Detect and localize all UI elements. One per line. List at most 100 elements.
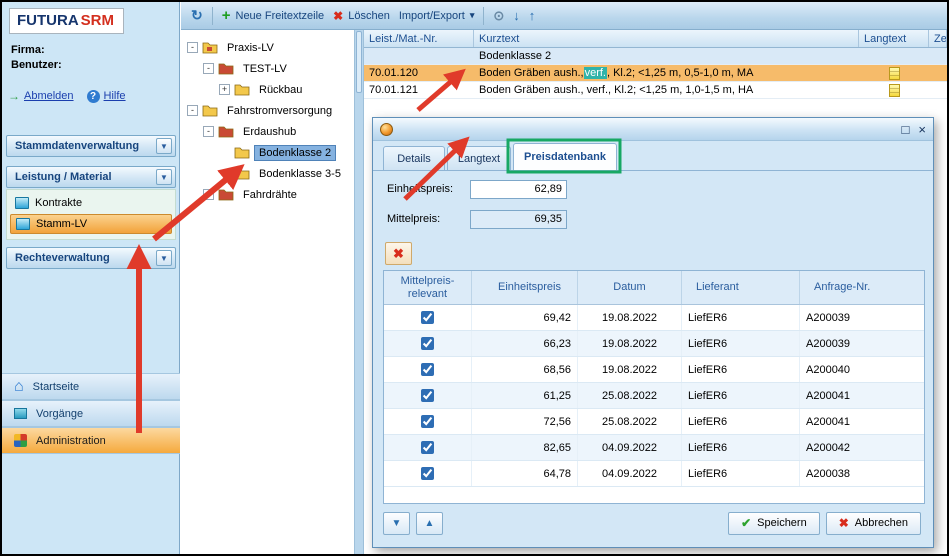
button-label: Neue Freitextzeile: [236, 10, 325, 22]
mittelpreis-relevant-checkbox[interactable]: [421, 389, 434, 402]
table-row[interactable]: Bodenklasse 2: [364, 48, 947, 65]
chevron-down-icon[interactable]: ▼: [156, 138, 172, 154]
tree-item-erdaushub[interactable]: - Erdaushub: [181, 121, 354, 142]
tree-item-label[interactable]: Bodenklasse 2: [254, 145, 336, 161]
mittelpreis-relevant-checkbox[interactable]: [421, 337, 434, 350]
chevron-down-icon[interactable]: ▼: [156, 250, 172, 266]
stamm-lv-icon: [16, 218, 30, 230]
collapse-icon[interactable]: -: [187, 105, 198, 116]
mittelpreis-label: Mittelpreis:: [387, 213, 470, 225]
tree-scrollbar[interactable]: [354, 30, 364, 554]
tree-item-label[interactable]: TEST-LV: [238, 61, 292, 77]
logout-icon: →: [8, 89, 20, 103]
collapse-icon[interactable]: -: [203, 126, 214, 137]
kurztext-text: Boden Gräben aush., verf., Kl.2; <1,25 m…: [479, 84, 753, 96]
accordion-label: Rechteverwaltung: [15, 252, 110, 264]
loeschen-button[interactable]: ✖ Löschen: [333, 9, 390, 23]
mittelpreis-field: Mittelpreis:: [387, 209, 607, 229]
tab-details[interactable]: Details: [383, 146, 445, 170]
anfrage-nr-cell: A200042: [800, 435, 924, 460]
column-header-langtext: Langtext: [859, 30, 929, 47]
tree-item-label[interactable]: Erdaushub: [238, 124, 301, 140]
mittelpreis-relevant-checkbox[interactable]: [421, 467, 434, 480]
tree-item-label[interactable]: Rückbau: [254, 82, 307, 98]
langtext-doc-icon[interactable]: [889, 67, 900, 80]
abbrechen-button[interactable]: ✖ Abbrechen: [826, 512, 921, 535]
download-icon[interactable]: ↓: [513, 8, 520, 23]
tab-preisdatenbank[interactable]: Preisdatenbank: [513, 143, 617, 170]
tree-item-r-ckbau[interactable]: + Rückbau: [181, 79, 354, 100]
sidebar-item-kontrakte[interactable]: Kontrakte: [10, 193, 172, 212]
folder-icon: [234, 83, 250, 96]
move-down-button[interactable]: ▼: [383, 512, 410, 535]
tree-item-label[interactable]: Fahrstromversorgung: [222, 103, 337, 119]
upload-icon[interactable]: ↑: [529, 8, 536, 23]
mittelpreis-relevant-cell: [384, 331, 472, 356]
abmelden-label[interactable]: Abmelden: [24, 90, 74, 102]
tree-item-label[interactable]: Fahrdrähte: [238, 187, 302, 203]
mittelpreis-relevant-checkbox[interactable]: [421, 311, 434, 324]
tree-item-label[interactable]: Bodenklasse 3-5: [254, 166, 346, 182]
toolbar: ↻ + Neue Freitextzeile ✖ Löschen Import/…: [181, 2, 947, 30]
nav-label: Vorgänge: [36, 408, 83, 420]
tree-item-bodenklasse-3-5[interactable]: Bodenklasse 3-5: [181, 163, 354, 184]
accordion-leistung-material[interactable]: Leistung / Material ▼: [6, 166, 176, 188]
mittelpreis-relevant-cell: [384, 435, 472, 460]
price-col-header-mittelpreis-relevant: Mittelpreis-relevant: [384, 271, 472, 304]
lieferant-cell: LiefER6: [682, 357, 800, 382]
abmelden-link[interactable]: → Abmelden: [8, 89, 74, 103]
mittelpreis-relevant-checkbox[interactable]: [421, 441, 434, 454]
table-row[interactable]: 70.01.120Boden Gräben aush., verf., Kl.2…: [364, 65, 947, 82]
collapse-icon[interactable]: -: [187, 42, 198, 53]
price-table: Mittelpreis-relevantEinheitspreisDatumLi…: [383, 270, 925, 504]
chevron-down-icon[interactable]: ▼: [156, 169, 172, 185]
delete-price-button[interactable]: ✖: [385, 242, 412, 265]
tab-langtext[interactable]: Langtext: [447, 146, 511, 170]
sidebar-item-administration[interactable]: Administration: [2, 427, 180, 454]
expand-icon[interactable]: +: [203, 189, 214, 200]
table-row[interactable]: 70.01.121Boden Gräben aush., verf., Kl.2…: [364, 82, 947, 99]
mittelpreis-relevant-checkbox[interactable]: [421, 363, 434, 376]
scrollbar-thumb[interactable]: [356, 31, 362, 93]
toolbar-separator: [483, 7, 484, 25]
mittelpreis-relevant-checkbox[interactable]: [421, 415, 434, 428]
expand-icon[interactable]: +: [219, 84, 230, 95]
tree-item-bodenklasse-2[interactable]: Bodenklasse 2: [181, 142, 354, 163]
tree-item-fahrdr-hte[interactable]: + Fahrdrähte: [181, 184, 354, 205]
price-row: 72,5625.08.2022LiefER6A200041: [384, 409, 924, 435]
kurztext-text: , Kl.2; <1,25 m, 0,5-1,0 m, MA: [607, 67, 753, 79]
speichern-button[interactable]: ✔ Speichern: [728, 512, 820, 535]
accordion-rechteverwaltung[interactable]: Rechteverwaltung ▼: [6, 247, 176, 269]
neue-freitextzeile-button[interactable]: + Neue Freitextzeile: [222, 9, 324, 22]
close-button[interactable]: ×: [918, 123, 926, 136]
move-up-button[interactable]: ▲: [416, 512, 443, 535]
hilfe-label[interactable]: Hilfe: [104, 90, 126, 102]
mittelpreis-input[interactable]: [470, 210, 567, 229]
tree-item-label[interactable]: Praxis-LV: [222, 40, 279, 56]
preview-icon[interactable]: ⊙: [493, 8, 504, 24]
einheitspreis-input[interactable]: [470, 180, 567, 199]
dialog-titlebar[interactable]: □ ×: [373, 118, 933, 141]
sidebar-item-stamm-lv[interactable]: Stamm-LV: [10, 214, 172, 234]
anfrage-nr-cell: A200038: [800, 461, 924, 486]
tree-item-praxis-lv[interactable]: - Praxis-LV: [181, 37, 354, 58]
refresh-icon[interactable]: ↻: [191, 7, 203, 24]
tree-item-test-lv[interactable]: - TEST-LV: [181, 58, 354, 79]
sidebar-item-vorgaenge[interactable]: Vorgänge: [2, 400, 180, 427]
lv-tree: -Praxis-LV-TEST-LV+Rückbau-Fahrstromvers…: [181, 30, 354, 554]
einheitspreis-field: Einheitspreis:: [387, 179, 607, 199]
hilfe-link[interactable]: ? Hilfe: [87, 90, 126, 103]
search-highlight: verf.: [584, 67, 607, 79]
zei-cell: [929, 82, 947, 98]
tree-item-fahrstromversorgung[interactable]: - Fahrstromversorgung: [181, 100, 354, 121]
lieferant-cell: LiefER6: [682, 383, 800, 408]
accordion-stammdatenverwaltung[interactable]: Stammdatenverwaltung ▼: [6, 135, 176, 157]
sidebar-item-startseite[interactable]: ⌂ Startseite: [2, 373, 180, 400]
maximize-button[interactable]: □: [902, 123, 910, 136]
langtext-doc-icon[interactable]: [889, 84, 900, 97]
price-col-header-anfrage-nr: Anfrage-Nr.: [800, 271, 924, 304]
import-export-dropdown[interactable]: Import/Export ▾: [399, 10, 475, 22]
collapse-icon[interactable]: -: [203, 63, 214, 74]
anfrage-nr-cell: A200039: [800, 305, 924, 330]
sidebar-item-label: Kontrakte: [35, 197, 82, 209]
